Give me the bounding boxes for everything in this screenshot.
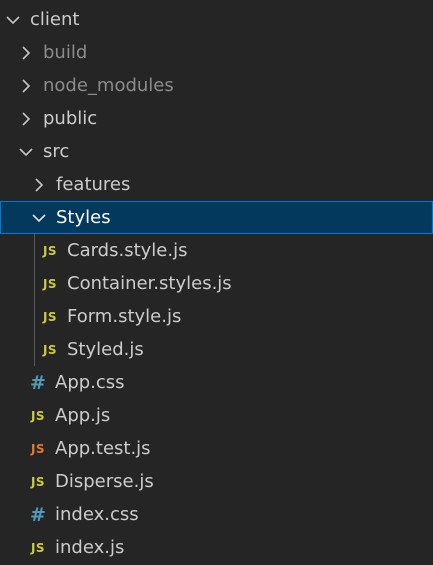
css-file-icon: # <box>30 503 46 526</box>
file-item[interactable]: JS Container.styles.js <box>0 267 433 300</box>
file-item[interactable]: JS index.js <box>0 531 433 564</box>
folder-build[interactable]: build <box>0 36 433 69</box>
file-label: App.css <box>55 372 125 393</box>
indent-guide <box>34 267 35 300</box>
file-explorer-tree: client build node_modules public src fea… <box>0 3 433 564</box>
folder-label: Styles <box>56 207 111 228</box>
test-javascript-file-icon: JS <box>30 441 46 456</box>
folder-label: client <box>30 9 80 30</box>
folder-src[interactable]: src <box>0 135 433 168</box>
indent-guide <box>34 300 35 333</box>
folder-node-modules[interactable]: node_modules <box>0 69 433 102</box>
javascript-file-icon: JS <box>30 540 46 555</box>
javascript-file-icon: JS <box>42 243 58 258</box>
javascript-file-icon: JS <box>42 276 58 291</box>
chevron-down-icon <box>30 209 48 227</box>
file-label: index.js <box>55 537 125 558</box>
indent-guide <box>34 234 35 267</box>
folder-label: src <box>43 141 70 162</box>
file-item[interactable]: # App.css <box>0 366 433 399</box>
folder-styles[interactable]: Styles <box>0 201 433 234</box>
folder-label: build <box>43 42 88 63</box>
file-item[interactable]: JS App.test.js <box>0 432 433 465</box>
javascript-file-icon: JS <box>30 408 46 423</box>
chevron-right-icon <box>17 44 35 62</box>
css-file-icon: # <box>30 371 46 394</box>
javascript-file-icon: JS <box>42 309 58 324</box>
file-item[interactable]: JS App.js <box>0 399 433 432</box>
file-item[interactable]: JS Styled.js <box>0 333 433 366</box>
javascript-file-icon: JS <box>30 474 46 489</box>
folder-label: public <box>43 108 98 129</box>
folder-features[interactable]: features <box>0 168 433 201</box>
indent-guide <box>34 333 35 366</box>
folder-label: node_modules <box>43 75 174 96</box>
file-label: Container.styles.js <box>67 273 232 294</box>
file-item[interactable]: JS Disperse.js <box>0 465 433 498</box>
folder-public[interactable]: public <box>0 102 433 135</box>
file-label: Cards.style.js <box>67 240 188 261</box>
folder-client[interactable]: client <box>0 3 433 36</box>
javascript-file-icon: JS <box>42 342 58 357</box>
file-label: App.js <box>55 405 111 426</box>
file-label: index.css <box>55 504 139 525</box>
file-item[interactable]: JS Form.style.js <box>0 300 433 333</box>
chevron-right-icon <box>17 77 35 95</box>
chevron-right-icon <box>30 176 48 194</box>
file-label: Form.style.js <box>67 306 182 327</box>
chevron-down-icon <box>4 11 22 29</box>
file-label: App.test.js <box>55 438 151 459</box>
file-label: Disperse.js <box>55 471 154 492</box>
chevron-right-icon <box>17 110 35 128</box>
file-item[interactable]: # index.css <box>0 498 433 531</box>
file-item[interactable]: JS Cards.style.js <box>0 234 433 267</box>
folder-label: features <box>56 174 131 195</box>
file-label: Styled.js <box>67 339 144 360</box>
chevron-down-icon <box>17 143 35 161</box>
